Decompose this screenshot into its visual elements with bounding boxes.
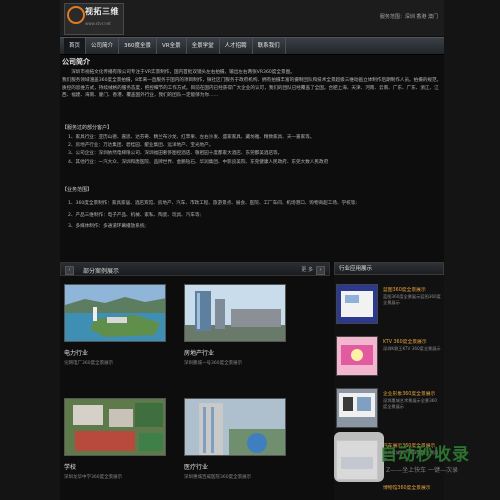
intro-paragraph-2: 我们服务领域涵盖360度全景拍摄，8年来一直服务于国内的项目制作，微社区门服务于… bbox=[62, 78, 442, 99]
cases-title: 部分案例展示 bbox=[83, 268, 120, 275]
list-item: 1、家具行业：亚历山德、嘉思、达芬奇、精兰布沙龙、红苹果、左右沙发、盛家家具、藏… bbox=[68, 135, 315, 140]
corporate-photo bbox=[337, 389, 377, 427]
sidebar-item-text: 深圳K歌王KTV 360度全景展示 bbox=[383, 346, 441, 351]
ktv-photo bbox=[337, 337, 377, 375]
list-item: 3、公司企业：深圳依然电梯限公司、深圳福田奢侈图控酒店、敬祖园十度都家大酒店、东… bbox=[68, 151, 283, 157]
nav-item[interactable]: 首页 bbox=[64, 38, 87, 54]
sidebar-item[interactable]: 蓝图360度全景展示 蓝图360度全景展示蓝图360度全景展示 bbox=[334, 276, 444, 328]
school-photo bbox=[65, 399, 165, 455]
site-header: 视拓三维 www.stvr.net 服务范围：深圳 香港 澳门 bbox=[60, 0, 444, 36]
nav-item[interactable]: 360度全景 bbox=[119, 38, 158, 54]
watermark-logo-icon bbox=[334, 432, 384, 482]
sidebar-thumb[interactable] bbox=[336, 336, 378, 376]
case-name: 医疗行业 bbox=[184, 464, 209, 471]
list-item: 2、产品三维制作：电子产品、机械、家私、陶瓷、玩具、汽车等; bbox=[68, 212, 202, 218]
cases-section: 部分案例展示 更 多 ‹ › 电力行业 论网电厂360度全景展示 房地产行业 深… bbox=[60, 262, 330, 500]
watermark-subtitle: Z——坐上快车 一键—次录 bbox=[386, 467, 459, 474]
sidebar-item-title[interactable]: 蓝图360度全景展示 bbox=[383, 286, 426, 293]
case-name: 学校 bbox=[64, 464, 77, 471]
case-desc: 论网电厂360度全景展示 bbox=[64, 361, 114, 366]
nav-item[interactable]: 人才招聘 bbox=[220, 38, 253, 54]
case-image-real-estate[interactable] bbox=[184, 284, 286, 342]
sidebar-item-title[interactable]: KTV 360度全景展示 bbox=[383, 338, 427, 345]
sidebar-item-text: 蓝图360度全景展示蓝图360度全景展示 bbox=[383, 294, 441, 305]
clients-title: 【服务过的部分客户】 bbox=[62, 125, 113, 131]
sidebar-item-title[interactable]: 企业形象360度全景展示 bbox=[383, 390, 435, 397]
case-card[interactable]: 电力行业 论网电厂360度全景展示 bbox=[64, 284, 166, 366]
case-card[interactable]: 医疗行业 深圳惠城百威医院360度全景展示 bbox=[184, 398, 286, 480]
list-item: 3、多媒体制作：多通道环幕播放系统; bbox=[68, 224, 146, 229]
case-desc: 深圳鹏城一号360度全景展示 bbox=[184, 361, 243, 366]
clients-list: 1、家具行业：亚历山德、嘉思、达芬奇、精兰布沙龙、红苹果、左右沙发、盛家家具、藏… bbox=[60, 134, 440, 167]
watermark: 自动秒收录 Z——坐上快车 一键—次录 bbox=[334, 432, 486, 494]
sidebar-item-text: 深圳惠城艺术景展示全景360度全景展示 bbox=[383, 398, 438, 409]
list-item: 1、360度全景制作：家具家居、酒店宾馆、房地产、汽车、市政工程、旅游景点、展会… bbox=[68, 201, 357, 206]
logo[interactable]: 视拓三维 www.stvr.net bbox=[64, 3, 124, 35]
real-estate-photo bbox=[185, 285, 285, 341]
case-desc: 深圳龙华中学360度全景展示 bbox=[64, 475, 123, 480]
intro-title: 公司简介 bbox=[62, 58, 90, 66]
sidebar-item[interactable]: 企业形象360度全景展示 深圳惠城艺术景展示全景360度全景展示 bbox=[334, 380, 444, 432]
nav-item[interactable]: 全景学堂 bbox=[187, 38, 220, 54]
sidebar-thumb[interactable] bbox=[336, 388, 378, 428]
power-plant-photo bbox=[65, 285, 165, 341]
scope-title: 【业务范围】 bbox=[62, 187, 93, 193]
hospital-photo bbox=[185, 399, 285, 455]
cases-next-arrow-icon[interactable]: › bbox=[316, 266, 325, 275]
case-image-power[interactable] bbox=[64, 284, 166, 342]
list-item: 4、其他行业：一汽大众、深圳和唐医院、品牌世界、金鹏钻石、华润集团、中影良美院、… bbox=[68, 159, 329, 165]
intro-paragraph-1: 深圳市视拓文化传播有限公司专注于VR实景制作，国内首批双镜头左右拍摄，输出左右两… bbox=[62, 70, 295, 75]
main-nav: 首页 公司简介 360度全景 VR全景 全景学堂 人才招聘 联系我们 bbox=[60, 37, 444, 55]
sidebar-thumb[interactable] bbox=[336, 284, 378, 324]
case-desc: 深圳惠城百威医院360度全景展示 bbox=[184, 475, 252, 480]
case-card[interactable]: 学校 深圳龙华中学360度全景展示 bbox=[64, 398, 166, 480]
nav-item[interactable]: 联系我们 bbox=[253, 38, 286, 54]
logo-text: 视拓三维 bbox=[85, 7, 119, 16]
sidebar-item[interactable]: KTV 360度全景展示 深圳K歌王KTV 360度全景展示 bbox=[334, 328, 444, 380]
list-item: 2、房地产行业：万达集团、碧桂园、鲲业集团、远洋地产、宝光地产。 bbox=[68, 143, 214, 149]
scope-list: 1、360度全景制作：家具家居、酒店宾馆、房地产、汽车、市政工程、旅游景点、展会… bbox=[60, 198, 440, 233]
nav-item[interactable]: 公司简介 bbox=[86, 38, 120, 54]
case-name: 房地产行业 bbox=[184, 350, 215, 357]
cases-more-link[interactable]: 更 多 bbox=[301, 266, 313, 273]
page: 视拓三维 www.stvr.net 服务范围：深圳 香港 澳门 首页 公司简介 36… bbox=[60, 0, 444, 500]
case-image-medical[interactable] bbox=[184, 398, 286, 456]
logo-mark-icon bbox=[67, 6, 85, 24]
cases-prev-arrow-icon[interactable]: ‹ bbox=[65, 266, 74, 275]
cases-header: 部分案例展示 更 多 ‹ › bbox=[60, 262, 330, 276]
case-name: 电力行业 bbox=[64, 350, 89, 357]
case-card[interactable]: 房地产行业 深圳鹏城一号360度全景展示 bbox=[184, 284, 286, 366]
case-image-school[interactable] bbox=[64, 398, 166, 456]
watermark-title: 自动秒收录 bbox=[380, 445, 470, 465]
blueprint-photo bbox=[337, 285, 377, 323]
sidebar-title: 行业应用展示 bbox=[334, 262, 444, 275]
logo-url: www.stvr.net bbox=[85, 21, 111, 26]
service-area: 服务范围：深圳 香港 澳门 bbox=[379, 14, 438, 20]
nav-item[interactable]: VR全景 bbox=[157, 38, 187, 54]
